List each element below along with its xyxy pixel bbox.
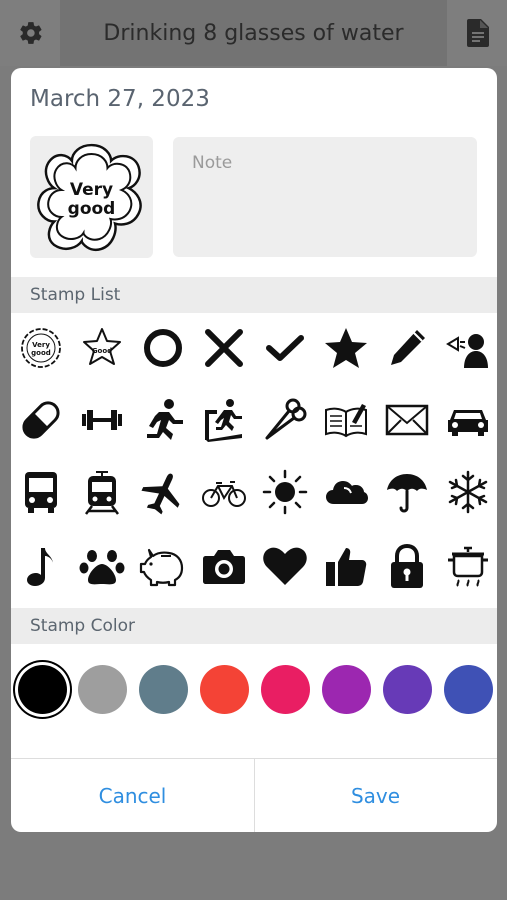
stamp-heart[interactable] — [255, 536, 315, 596]
check-icon — [266, 335, 304, 361]
stamp-paw[interactable] — [72, 536, 132, 596]
color-swatch-indigo[interactable] — [444, 665, 493, 714]
stamp-bicycle[interactable] — [194, 462, 254, 522]
stamp-list-title: Stamp List — [30, 285, 121, 305]
stamp-list-header: Stamp List — [11, 277, 497, 313]
stamp-sun[interactable] — [255, 462, 315, 522]
music-note-icon — [27, 548, 53, 586]
stamp-cooking-pot[interactable] — [438, 536, 497, 596]
piggy-bank-icon — [139, 548, 184, 587]
envelope-icon — [385, 404, 429, 436]
cross-icon — [205, 329, 243, 367]
top-bar: Drinking 8 glasses of water — [0, 0, 507, 66]
pill-icon — [22, 401, 60, 439]
color-swatch-deep-purple[interactable] — [383, 665, 432, 714]
scissors-icon — [265, 398, 307, 440]
stamp-dumbbell[interactable] — [72, 390, 132, 450]
color-swatch-purple[interactable] — [322, 665, 371, 714]
stamp-good[interactable]: Good — [72, 318, 132, 378]
color-swatch-black[interactable] — [18, 665, 67, 714]
cooking-pot-icon — [448, 546, 488, 587]
color-swatches — [11, 662, 497, 718]
umbrella-icon — [387, 474, 427, 513]
very-good-icon: Very good — [21, 328, 61, 368]
stamp-umbrella[interactable] — [377, 462, 437, 522]
color-swatch-blue-grey[interactable] — [139, 665, 188, 714]
bicycle-icon — [202, 481, 246, 507]
running-icon — [147, 399, 183, 440]
color-swatch-red[interactable] — [200, 665, 249, 714]
stamp-scissors[interactable] — [255, 390, 315, 450]
stamp-thumbs-up[interactable] — [316, 536, 376, 596]
stamp-envelope[interactable] — [377, 390, 437, 450]
stamp-book[interactable] — [316, 390, 376, 450]
paw-icon — [79, 550, 125, 585]
stamp-lock[interactable] — [377, 536, 437, 596]
airplane-icon — [141, 473, 180, 515]
stamp-train[interactable] — [72, 462, 132, 522]
star-icon — [325, 328, 367, 368]
stamp-line2: good — [68, 199, 116, 219]
train-icon — [85, 471, 119, 515]
color-swatch-pink[interactable] — [261, 665, 310, 714]
stamp-line1: Very — [70, 180, 113, 200]
stamp-color-header: Stamp Color — [11, 608, 497, 644]
stamp-color-title: Stamp Color — [30, 616, 136, 636]
cancel-button[interactable]: Cancel — [11, 759, 254, 832]
stamp-music-note[interactable] — [11, 536, 71, 596]
stamp-pill[interactable] — [11, 390, 71, 450]
stamp-check[interactable] — [255, 318, 315, 378]
stamp-cross[interactable] — [194, 318, 254, 378]
svg-text:good: good — [31, 349, 51, 357]
dumbbell-icon — [82, 410, 122, 430]
stamp-treadmill[interactable] — [194, 390, 254, 450]
stamp-dialog: March 27, 2023 Very good Note Stamp List… — [11, 68, 497, 832]
stamp-car[interactable] — [438, 390, 497, 450]
selected-stamp-preview[interactable]: Very good — [30, 136, 153, 258]
stamp-running[interactable] — [133, 390, 193, 450]
stamp-pen[interactable] — [377, 318, 437, 378]
stamp-airplane[interactable] — [133, 462, 193, 522]
note-field[interactable]: Note — [173, 137, 477, 257]
svg-text:Good: Good — [92, 347, 112, 355]
cloud-icon — [326, 481, 368, 504]
stamp-star[interactable] — [316, 318, 376, 378]
book-icon — [325, 404, 367, 438]
stamp-cloud[interactable] — [316, 462, 376, 522]
dialog-date: March 27, 2023 — [30, 86, 210, 112]
gear-icon[interactable] — [18, 20, 44, 46]
snowflake-icon — [448, 470, 488, 514]
stamp-camera[interactable] — [194, 536, 254, 596]
page-title: Drinking 8 glasses of water — [60, 0, 447, 66]
heart-icon — [263, 547, 307, 585]
stamp-snowflake[interactable] — [438, 462, 497, 522]
stamp-piggy-bank[interactable] — [133, 536, 193, 596]
stamp-bus[interactable] — [11, 462, 71, 522]
treadmill-icon — [205, 399, 242, 442]
pen-icon — [391, 330, 425, 365]
camera-icon — [203, 550, 245, 584]
stamp-very-good[interactable]: Very good — [11, 318, 71, 378]
save-button[interactable]: Save — [254, 759, 497, 832]
dialog-footer: Cancel Save — [11, 758, 497, 832]
stamp-circle[interactable] — [133, 318, 193, 378]
very-good-stamp-icon: Very good — [37, 143, 142, 252]
svg-text:Very: Very — [32, 341, 50, 349]
thumbs-up-icon — [326, 548, 367, 586]
good-star-icon: Good — [83, 328, 121, 365]
lock-icon — [391, 543, 423, 588]
sun-icon — [262, 469, 308, 515]
stamp-speaking-person[interactable] — [438, 318, 497, 378]
speaking-person-icon — [446, 334, 488, 368]
color-swatch-grey[interactable] — [78, 665, 127, 714]
bus-icon — [25, 472, 57, 513]
car-icon — [448, 410, 488, 436]
document-icon[interactable] — [467, 19, 489, 47]
circle-icon — [144, 329, 182, 367]
note-placeholder: Note — [192, 153, 233, 173]
